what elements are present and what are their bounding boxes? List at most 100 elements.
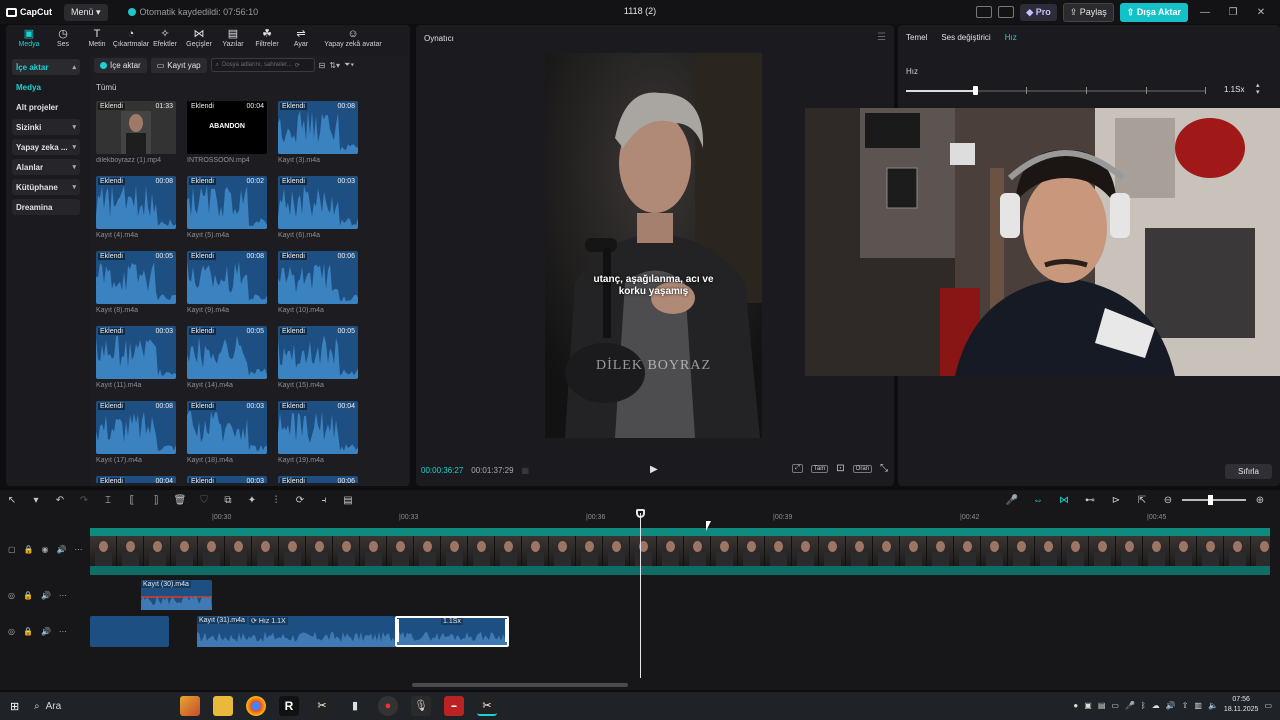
widgets-icon[interactable] [180,696,200,716]
nav-spaces[interactable]: Alanlar ▾ [12,159,80,175]
more-icon[interactable]: ⋯ [74,545,82,554]
nav-dreamina[interactable]: Dreamina [12,199,80,215]
media-item[interactable]: Eklendi 01:33 dilekboyrazz (1).mp4 [96,101,176,164]
speed-slider-handle[interactable] [973,86,978,95]
player-menu-icon[interactable]: ☰ [877,32,886,43]
pro-button[interactable]: ◆ Pro [1020,3,1057,21]
nav-subprojects[interactable]: Alt projeler [12,99,80,115]
media-item[interactable]: Eklendi 00:05 Kayıt (15).m4a [278,326,358,389]
tool-filters[interactable]: ☘ Filtreler [250,25,284,52]
tool-stickers[interactable]: ◔ Çıkartmalar [113,25,149,52]
media-item[interactable]: ABANDON Eklendi 00:04 INTROSSOON.mp4 [187,101,267,164]
tool-effects[interactable]: ✧ Efektler [148,25,182,52]
media-item[interactable]: Eklendi 00:08 Kayıt (3).m4a [278,101,358,164]
grid-icon[interactable]: ▦ [522,466,530,475]
playhead[interactable] [640,513,641,678]
minimize-icon[interactable]: — [1194,7,1216,18]
more-icon[interactable]: ⋯ [59,627,67,636]
microphone-app-icon[interactable]: 🎙 [411,696,431,716]
speed-stepper-icon[interactable]: ▴ ▾ [1256,82,1260,96]
record-button[interactable]: ▭ Kayıt yap [150,57,207,73]
tab-basic[interactable]: Temel [906,33,927,42]
media-item[interactable]: Eklendi 00:03 [187,476,267,483]
tool-transitions[interactable]: ⋈ Geçişler [182,25,216,52]
snapshot-icon[interactable]: ⊡ [836,463,844,474]
sort-icon[interactable]: ⇅▾ [329,61,340,70]
nav-yours[interactable]: Sizinki ▾ [12,119,80,135]
crop-icon[interactable]: ⤢ [792,464,803,473]
speed-slider[interactable] [906,86,1206,95]
trim-right-icon[interactable]: ⟧ [144,495,168,506]
redo-icon[interactable]: ↷ [72,495,96,506]
snap-icon[interactable]: ⊳ [1104,495,1128,506]
windows-start-icon[interactable]: ⊞ [10,700,19,713]
nav-media[interactable]: Medya [12,79,80,95]
lock-icon[interactable]: 🔒 [23,627,33,636]
time-ruler[interactable]: |00:30 |00:33 |00:36 |00:39 |00:42 |00:45 [90,512,1280,524]
volume-icon[interactable]: 🔈 [1208,701,1218,710]
audio-clip-left[interactable] [90,616,169,647]
tray-volume-icon[interactable]: 🔊 [1166,701,1176,710]
import-button[interactable]: İçe aktar [94,57,147,73]
notification-icon[interactable]: ▭ [1264,701,1272,710]
tool-captions[interactable]: ▤ Yazılar [216,25,250,52]
tray-cloud-icon[interactable]: ☁ [1152,701,1160,710]
tray-up-icon[interactable]: ⇧ [1182,701,1189,710]
selected-audio-clip[interactable]: 1.1Sx [395,616,509,647]
trim-left-icon[interactable]: ⟦ [120,495,144,506]
split-icon[interactable]: ⌶ [96,495,120,506]
timeline-scrollbar[interactable] [412,683,628,687]
ai-tool-icon[interactable]: ✦ [240,495,264,506]
capcut-taskbar-icon[interactable]: ✂ [312,696,332,716]
mute-icon[interactable]: 🔊 [57,545,67,554]
trim-handle-right[interactable] [505,619,508,642]
export-button[interactable]: ⇧ Dışa Aktar [1119,2,1188,22]
tray-display-icon[interactable]: ▭ [1111,701,1119,710]
share-button[interactable]: ⇪ Paylaş [1062,2,1114,22]
media-item[interactable]: Eklendi 00:04 Kayıt (19).m4a [278,401,358,464]
caption-tool-icon[interactable]: ⧉ [216,495,240,506]
maximize-icon[interactable]: ❐ [1222,7,1244,18]
delete-icon[interactable]: 🗑 [168,495,192,506]
tool-ai-avatar[interactable]: ☺ Yapay zekâ avatar [318,25,388,52]
trim-handle-left[interactable] [396,619,399,642]
r-app-icon[interactable]: R [279,696,299,716]
audio-clip-kayit-30[interactable]: Kayıt (30).m4a [141,580,212,610]
zoom-slider-handle[interactable] [1208,495,1213,505]
shortcut-icon[interactable] [998,6,1015,18]
tray-box-icon[interactable]: ▣ [1084,701,1092,710]
eye-icon[interactable]: ◉ [42,545,49,554]
cover-icon[interactable]: ▢ [8,545,16,554]
undo-icon[interactable]: ↶ [48,495,72,506]
chrome-icon[interactable] [246,696,266,716]
layout-icon[interactable] [976,6,993,18]
link-icon[interactable]: ⇔ [1026,495,1050,506]
select-tool-icon[interactable]: ↖ [0,495,24,506]
media-item[interactable]: Eklendi 00:08 Kayıt (17).m4a [96,401,176,464]
tray-save-icon[interactable]: ▤ [1098,701,1106,710]
zoom-slider[interactable] [1182,495,1246,505]
reset-button[interactable]: Sıfırla [1225,464,1272,479]
shield-icon[interactable]: ⛉ [192,495,216,506]
media-item[interactable]: Eklendi 00:08 Kayıt (9).m4a [187,251,267,314]
fullscreen-icon[interactable]: ⤡ [880,463,888,474]
play-icon[interactable]: ▶ [650,464,658,475]
mute-icon[interactable]: 🔊 [41,591,51,600]
tool-text[interactable]: T Metin [80,25,114,52]
preview-axis-icon[interactable]: ⊷ [1078,495,1102,506]
media-item[interactable]: Eklendi 00:04 [96,476,176,483]
tray-mic-icon[interactable]: 🎤 [1125,701,1135,710]
fit-icon[interactable]: ⇱ [1130,495,1154,506]
speed-value[interactable]: 1.1Sx [1224,85,1244,94]
tool-media[interactable]: ▣ Medya [12,25,46,52]
tab-voice-changer[interactable]: Ses değiştirici [941,33,990,42]
nav-ai[interactable]: Yapay zeka ... ▾ [12,139,80,155]
microphone-icon[interactable]: 🎤 [1000,495,1024,506]
media-item[interactable]: Eklendi 00:03 Kayıt (18).m4a [187,401,267,464]
menu-button[interactable]: Menü ▾ [64,3,108,21]
media-item[interactable]: Eklendi 00:06 Kayıt (10).m4a [278,251,358,314]
capcut-active-icon[interactable]: ✂ [477,696,497,716]
zoom-out-icon[interactable]: ⊖ [1156,495,1180,506]
audio-clip-kayit-31[interactable]: Kayıt (31).m4a ⟳ Hız 1.1X [197,616,395,647]
speed-tool-icon[interactable]: ⟳ [288,495,312,506]
